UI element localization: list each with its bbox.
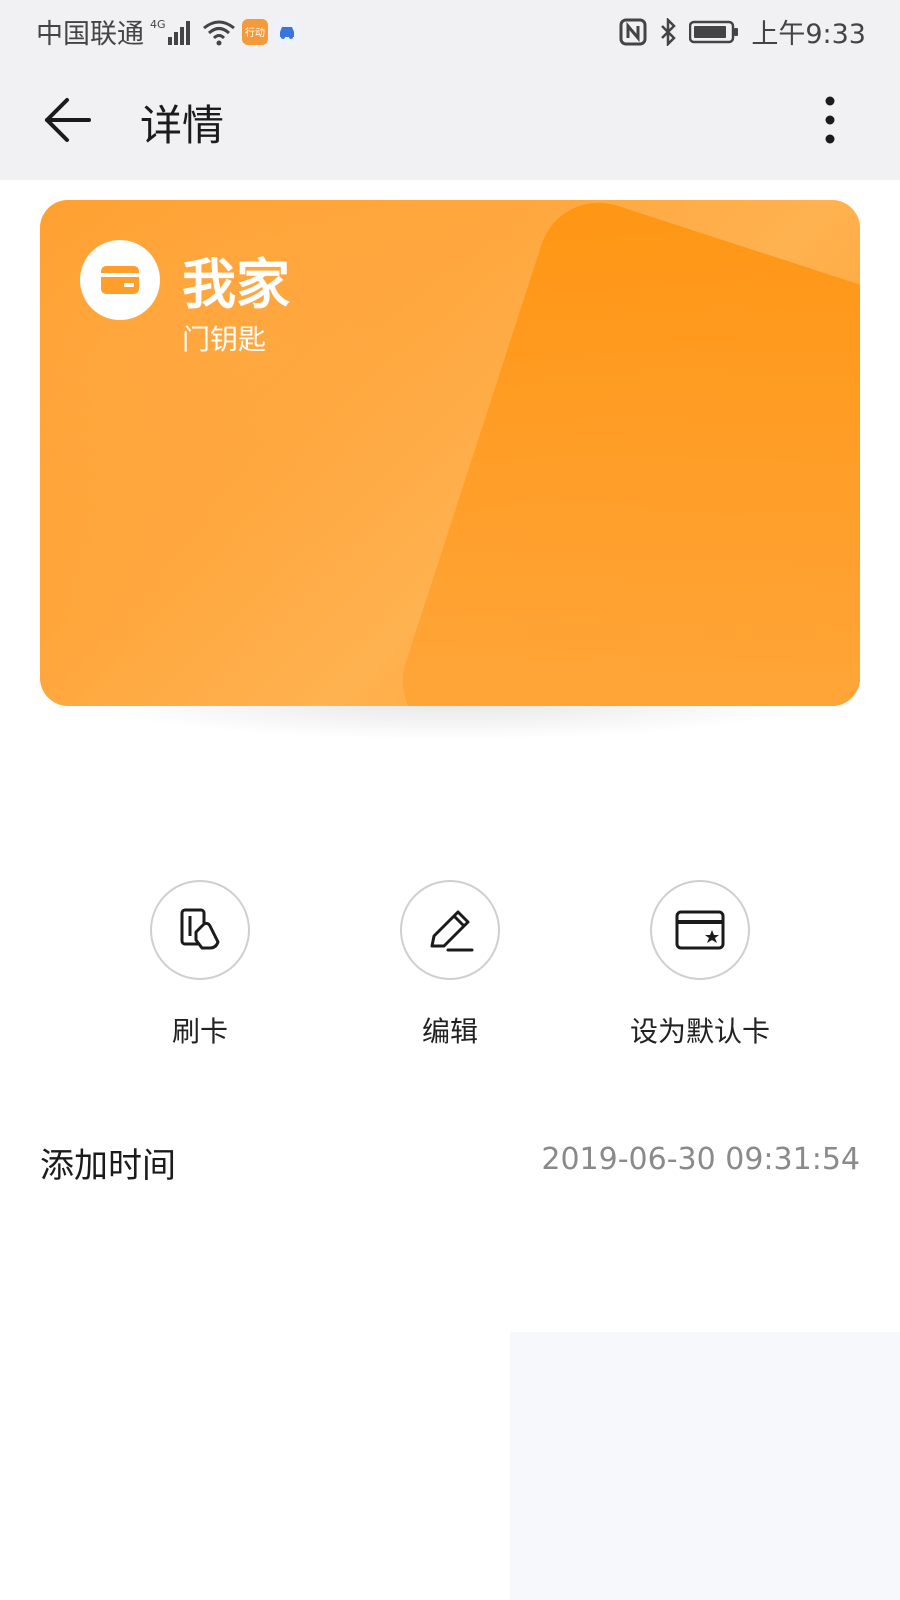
added-time-row: 添加时间 2019-06-30 09:31:54 xyxy=(40,1138,860,1188)
status-bar-right: 上午9:33 xyxy=(619,12,866,51)
car-app-notification-icon xyxy=(274,18,300,45)
edit-pencil-icon xyxy=(430,910,474,952)
tap-card-button[interactable] xyxy=(150,880,250,980)
status-bar: 中国联通 4G 行动 上午9:33 xyxy=(0,0,900,62)
nfc-icon xyxy=(619,18,647,46)
arrow-left-icon xyxy=(45,98,91,142)
edit-button[interactable] xyxy=(400,880,500,980)
app-bar: 详情 xyxy=(0,62,900,180)
set-default-action[interactable]: 设为默认卡 xyxy=(575,880,825,1050)
tap-card-action[interactable]: 刷卡 xyxy=(75,880,325,1050)
more-options-button[interactable] xyxy=(810,90,850,150)
card-actions: 刷卡 编辑 设为默认卡 xyxy=(0,880,900,1060)
carrier-name: 中国联通 xyxy=(36,19,144,50)
wifi-icon xyxy=(202,18,236,46)
edit-action[interactable]: 编辑 xyxy=(325,880,575,1050)
default-card-icon xyxy=(675,910,725,950)
added-time-value: 2019-06-30 09:31:54 xyxy=(541,1142,860,1177)
added-time-label: 添加时间 xyxy=(40,1146,176,1186)
page-title: 详情 xyxy=(140,101,225,150)
network-type-label: 4G xyxy=(150,18,166,31)
tap-card-label: 刷卡 xyxy=(171,1015,228,1048)
more-vertical-icon xyxy=(825,96,835,144)
door-key-card[interactable]: 我家 门钥匙 xyxy=(40,200,860,706)
bluetooth-icon xyxy=(659,17,677,46)
cellular-signal-icon: 4G xyxy=(150,17,196,47)
app-notification-icon: 行动 xyxy=(242,18,268,45)
card-icon xyxy=(101,266,139,294)
battery-icon xyxy=(689,20,739,44)
card-tap-icon xyxy=(180,908,220,950)
card-title: 我家 xyxy=(182,253,290,316)
set-default-button[interactable] xyxy=(650,880,750,980)
card-subtitle: 门钥匙 xyxy=(182,323,267,356)
edit-label: 编辑 xyxy=(421,1015,478,1048)
card-logo xyxy=(80,240,160,320)
status-bar-left: 中国联通 4G 行动 xyxy=(36,12,300,51)
bottom-background-panel xyxy=(510,1332,900,1600)
back-button[interactable] xyxy=(38,90,98,150)
set-default-label: 设为默认卡 xyxy=(629,1015,770,1048)
clock: 上午9:33 xyxy=(751,19,866,50)
